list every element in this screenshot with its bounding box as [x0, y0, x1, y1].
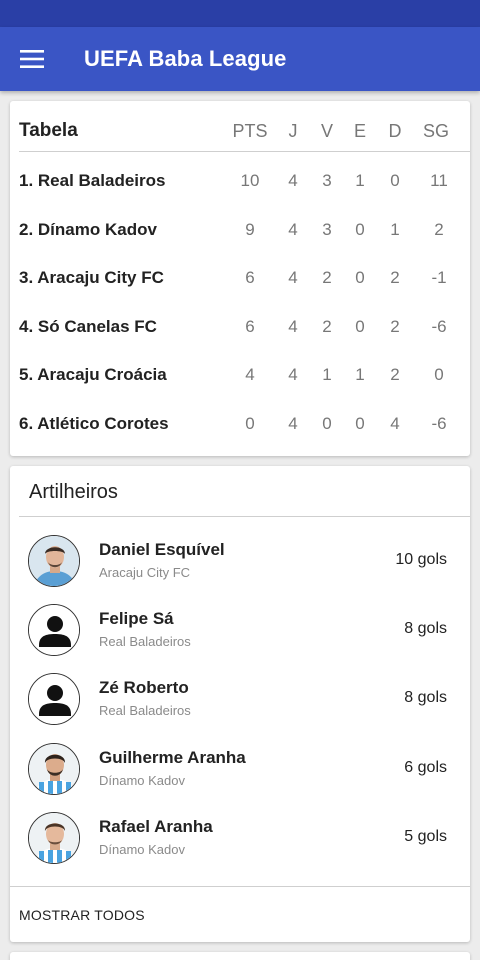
player-name: Zé Roberto	[99, 678, 189, 697]
app-bar: UEFA Baba League	[0, 27, 480, 91]
player-name: Rafael Aranha	[99, 817, 213, 836]
standings-row[interactable]: 5. Aracaju Croácia 4 4 1 1 2 0	[10, 354, 470, 402]
player-team: Real Baladeiros	[99, 703, 191, 718]
cell-sg: 2	[434, 220, 444, 239]
player-name: Felipe Sá	[99, 609, 174, 628]
player-name: Guilherme Aranha	[99, 748, 246, 767]
cell-d: 2	[390, 268, 400, 287]
cell-d: 1	[390, 220, 400, 239]
cell-e: 0	[355, 317, 365, 336]
standings-title: Tabela	[19, 120, 78, 141]
player-team: Real Baladeiros	[99, 634, 191, 649]
player-goals: 5 gols	[404, 828, 447, 845]
default-avatar	[28, 604, 80, 656]
cell-e: 1	[355, 171, 365, 190]
team-name: 4. Só Canelas FC	[19, 317, 157, 336]
standings-divider	[19, 151, 470, 152]
player-team: Dínamo Kadov	[99, 773, 185, 788]
person-icon	[29, 674, 79, 724]
scorers-divider	[19, 516, 470, 517]
cell-d: 4	[390, 414, 400, 433]
scorers-title: Artilheiros	[29, 481, 118, 503]
scorer-item[interactable]: Zé Roberto Real Baladeiros 8 gols	[10, 673, 470, 742]
standings-card: Tabela PTS J V E D SG 1. Real Baladeiros…	[10, 101, 470, 456]
cell-sg: -6	[431, 414, 447, 433]
cell-d: 0	[390, 171, 400, 190]
cell-pts: 0	[245, 414, 255, 433]
player-name: Daniel Esquível	[99, 540, 225, 559]
cell-pts: 9	[245, 220, 255, 239]
cell-pts: 6	[245, 268, 255, 287]
column-header-sg: SG	[422, 121, 449, 141]
player-photo-icon	[29, 744, 79, 794]
cell-sg: 0	[434, 365, 444, 384]
player-photo-avatar	[28, 812, 80, 864]
scorer-item[interactable]: Felipe Sá Real Baladeiros 8 gols	[10, 604, 470, 673]
standings-row[interactable]: 6. Atlético Corotes 0 4 0 0 4 -6	[10, 403, 470, 451]
team-name: 5. Aracaju Croácia	[19, 365, 167, 384]
cell-e: 1	[355, 365, 365, 384]
hamburger-menu-icon	[20, 50, 44, 68]
column-header-d: D	[388, 121, 402, 141]
team-name: 2. Dínamo Kadov	[19, 220, 157, 239]
cell-e: 0	[355, 414, 365, 433]
scorer-item[interactable]: Rafael Aranha Dínamo Kadov 5 gols	[10, 812, 470, 881]
standings-header: Tabela PTS J V E D SG	[10, 101, 470, 152]
cell-e: 0	[355, 220, 365, 239]
player-goals: 6 gols	[404, 759, 447, 776]
cell-d: 2	[390, 365, 400, 384]
standings-row[interactable]: 1. Real Baladeiros 10 4 3 1 0 11	[10, 160, 470, 208]
standings-row[interactable]: 4. Só Canelas FC 6 4 2 0 2 -6	[10, 306, 470, 354]
team-name: 6. Atlético Corotes	[19, 414, 169, 433]
cell-sg: 11	[430, 171, 448, 190]
column-header-pts: PTS	[232, 121, 268, 141]
cell-d: 2	[390, 317, 400, 336]
standings-row[interactable]: 3. Aracaju City FC 6 4 2 0 2 -1	[10, 257, 470, 305]
person-icon	[29, 605, 79, 655]
player-photo-avatar	[28, 743, 80, 795]
status-bar	[0, 0, 480, 27]
show-all-button[interactable]: MOSTRAR TODOS	[19, 907, 145, 923]
player-goals: 8 gols	[404, 689, 447, 706]
scorer-item[interactable]: Daniel Esquível Aracaju City FC 10 gols	[10, 535, 470, 604]
cell-pts: 6	[245, 317, 255, 336]
team-name: 3. Aracaju City FC	[19, 268, 164, 287]
scorer-item[interactable]: Guilherme Aranha Dínamo Kadov 6 gols	[10, 743, 470, 812]
cell-pts: 4	[245, 365, 255, 384]
scorers-card: Artilheiros Daniel Esquível Aracaju City…	[10, 466, 470, 942]
scorers-footer-divider	[10, 886, 470, 887]
team-name: 1. Real Baladeiros	[19, 171, 166, 190]
cell-pts: 10	[240, 171, 260, 190]
player-team: Dínamo Kadov	[99, 842, 185, 857]
default-avatar	[28, 673, 80, 725]
player-team: Aracaju City FC	[99, 565, 191, 580]
cell-e: 0	[355, 268, 365, 287]
player-photo-icon	[29, 813, 79, 863]
cell-sg: -1	[431, 268, 447, 287]
player-goals: 10 gols	[395, 551, 447, 568]
menu-button[interactable]	[12, 41, 52, 77]
player-photo-avatar	[28, 535, 80, 587]
cell-sg: -6	[431, 317, 447, 336]
player-goals: 8 gols	[404, 620, 447, 637]
app-title: UEFA Baba League	[84, 46, 287, 71]
player-photo-icon	[29, 536, 79, 586]
next-card	[10, 952, 470, 960]
column-header-e: E	[353, 121, 366, 141]
standings-row[interactable]: 2. Dínamo Kadov 9 4 3 0 1 2	[10, 209, 470, 257]
